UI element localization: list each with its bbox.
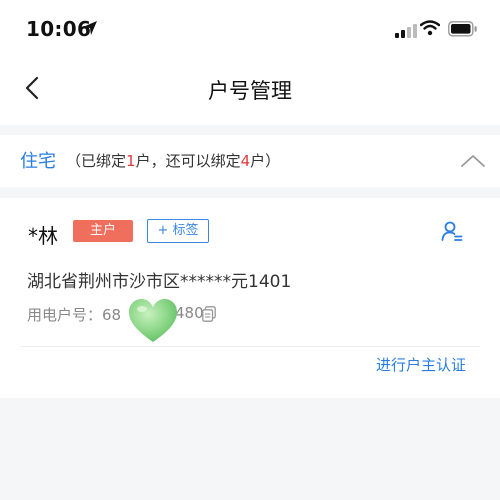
account-number-row: 用电户号：68 480 [27, 304, 216, 325]
owner-verification-link[interactable]: 进行户主认证 [376, 354, 466, 375]
bound-count: 1 [126, 152, 136, 170]
note-mid: 户，还可以绑定 [135, 152, 241, 170]
nav-bar: 户号管理 [0, 60, 500, 120]
binding-count-note: （已绑定1户，还可以绑定4户） [66, 150, 280, 171]
account-number-label: 用电户号： [27, 306, 103, 324]
account-address: 湖北省荆州市沙市区******元1401 [27, 272, 292, 292]
account-number-suffix: 480 [175, 304, 204, 322]
add-tag-button[interactable]: + 标签 [147, 219, 209, 243]
remaining-count: 4 [240, 152, 251, 170]
group-title: 住宅 [20, 151, 56, 172]
user-verify-icon[interactable] [441, 220, 463, 246]
card-divider [20, 346, 480, 347]
location-arrow-icon [82, 20, 98, 40]
wifi-icon [419, 20, 441, 40]
battery-icon [448, 21, 478, 41]
chevron-up-icon[interactable] [458, 149, 488, 173]
copy-icon[interactable] [202, 306, 216, 326]
heart-sticker-icon [127, 297, 179, 349]
page-title: 户号管理 [208, 79, 292, 103]
group-header-residential[interactable]: 住宅 （已绑定1户，还可以绑定4户） [0, 135, 500, 187]
account-holder-name: *林 [28, 224, 58, 248]
owner-badge: 主户 [73, 220, 133, 242]
status-bar: 10:06 [0, 0, 500, 60]
cellular-signal-icon [395, 23, 417, 42]
account-number-prefix: 68 [102, 306, 122, 324]
note-suffix: 户） [250, 152, 281, 170]
account-card: *林 主户 + 标签 湖北省荆州市沙市区******元1401 用电户号：68 … [0, 198, 500, 398]
note-prefix: （已绑定 [66, 152, 127, 170]
